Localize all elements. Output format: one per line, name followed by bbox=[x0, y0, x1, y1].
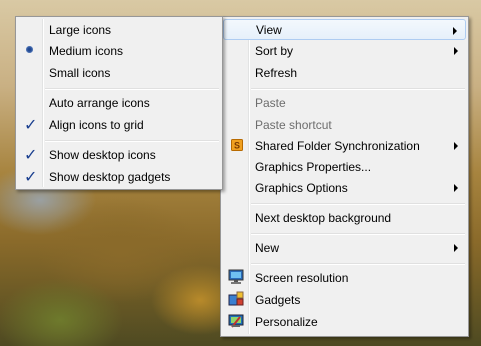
menu-item-label: Paste bbox=[255, 95, 286, 110]
checkmark-icon: ✓ bbox=[24, 167, 38, 186]
menu-item-label: Paste shortcut bbox=[255, 117, 332, 132]
submenu-arrow-icon bbox=[454, 244, 458, 252]
personalize-icon bbox=[228, 313, 244, 329]
submenu-item-auto-arrange[interactable]: Auto arrange icons bbox=[18, 92, 220, 113]
submenu-item-show-desktop-gadgets[interactable]: ✓ Show desktop gadgets bbox=[18, 166, 220, 187]
menu-item-screen-resolution[interactable]: Screen resolution bbox=[223, 267, 466, 288]
radio-selected-icon bbox=[26, 46, 33, 53]
menu-item-graphics-options[interactable]: Graphics Options bbox=[223, 177, 466, 198]
submenu-item-medium-icons[interactable]: Medium icons bbox=[18, 40, 220, 61]
submenu-item-align-to-grid[interactable]: ✓ Align icons to grid bbox=[18, 114, 220, 135]
menu-separator bbox=[45, 88, 219, 90]
menu-item-shared-folder-sync[interactable]: S Shared Folder Synchronization bbox=[223, 135, 466, 156]
submenu-arrow-icon bbox=[454, 184, 458, 192]
menu-separator bbox=[251, 263, 465, 265]
menu-item-paste-shortcut[interactable]: Paste shortcut bbox=[223, 114, 466, 135]
checkmark-icon: ✓ bbox=[24, 115, 38, 134]
menu-separator bbox=[251, 88, 465, 90]
sync-folder-icon: S bbox=[231, 139, 243, 151]
menu-item-label: Graphics Options bbox=[255, 180, 348, 195]
menu-separator bbox=[251, 203, 465, 205]
menu-item-graphics-properties[interactable]: Graphics Properties... bbox=[223, 156, 466, 177]
desktop-context-menu: View Sort by Refresh Paste Paste shortcu… bbox=[220, 16, 469, 337]
checkmark-icon: ✓ bbox=[24, 145, 38, 164]
menu-item-label: Shared Folder Synchronization bbox=[255, 138, 420, 153]
menu-item-view[interactable]: View bbox=[223, 19, 466, 40]
menu-separator bbox=[251, 233, 465, 235]
submenu-arrow-icon bbox=[453, 27, 457, 35]
menu-item-label: New bbox=[255, 240, 280, 255]
submenu-arrow-icon bbox=[454, 47, 458, 55]
menu-item-label: Show desktop icons bbox=[49, 147, 156, 162]
menu-item-label: Refresh bbox=[255, 65, 298, 80]
menu-item-label: Screen resolution bbox=[255, 270, 349, 285]
menu-item-new[interactable]: New bbox=[223, 237, 466, 258]
gadgets-icon bbox=[228, 291, 244, 307]
menu-item-label: Show desktop gadgets bbox=[49, 169, 171, 184]
screen-resolution-icon bbox=[228, 269, 244, 285]
menu-item-label: Align icons to grid bbox=[49, 117, 144, 132]
menu-item-label: View bbox=[256, 22, 282, 37]
menu-item-label: Large icons bbox=[49, 22, 112, 37]
submenu-item-large-icons[interactable]: Large icons bbox=[18, 19, 220, 40]
submenu-item-show-desktop-icons[interactable]: ✓ Show desktop icons bbox=[18, 144, 220, 165]
menu-item-personalize[interactable]: Personalize bbox=[223, 311, 466, 332]
menu-item-label: Auto arrange icons bbox=[49, 95, 150, 110]
submenu-item-small-icons[interactable]: Small icons bbox=[18, 62, 220, 83]
menu-item-label: Graphics Properties... bbox=[255, 159, 372, 174]
svg-text:S: S bbox=[234, 141, 240, 151]
menu-item-label: Medium icons bbox=[49, 43, 124, 58]
menu-item-paste[interactable]: Paste bbox=[223, 92, 466, 113]
menu-item-label: Next desktop background bbox=[255, 210, 392, 225]
menu-item-gadgets[interactable]: Gadgets bbox=[223, 289, 466, 310]
menu-item-refresh[interactable]: Refresh bbox=[223, 62, 466, 83]
menu-item-label: Small icons bbox=[49, 65, 111, 80]
menu-item-sort-by[interactable]: Sort by bbox=[223, 40, 466, 61]
menu-item-label: Sort by bbox=[255, 43, 294, 58]
menu-item-label: Gadgets bbox=[255, 292, 301, 307]
menu-item-label: Personalize bbox=[255, 314, 318, 329]
submenu-arrow-icon bbox=[454, 142, 458, 150]
view-submenu: Large icons Medium icons Small icons Aut… bbox=[15, 16, 223, 190]
menu-item-next-desktop-background[interactable]: Next desktop background bbox=[223, 207, 466, 228]
menu-separator bbox=[45, 140, 219, 142]
